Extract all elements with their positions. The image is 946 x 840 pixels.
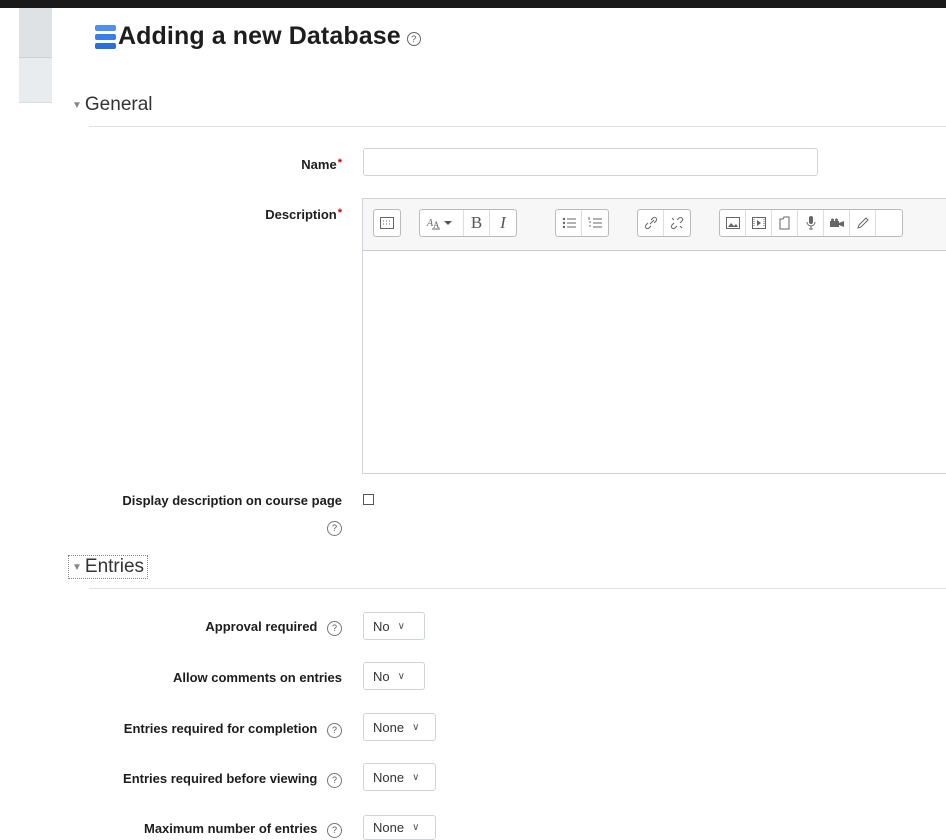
section-general-toggle[interactable]: ▼ General <box>72 94 153 116</box>
allow-comments-label: Allow comments on entries <box>173 670 342 685</box>
drawer-tab[interactable] <box>19 8 52 58</box>
toolbar-group-lists <box>555 209 609 237</box>
manage-files-icon[interactable] <box>772 210 798 236</box>
toolbar-group-collapse <box>373 209 401 237</box>
approval-required-value: No <box>373 618 390 634</box>
page-header: Adding a new Database ? <box>95 22 421 51</box>
entries-required-completion-select[interactable]: None ∨ <box>363 713 436 741</box>
maximum-entries-value: None <box>373 820 405 835</box>
maximum-entries-text: Maximum number of entries <box>144 821 318 836</box>
approval-required-label: Approval required ? <box>205 619 342 636</box>
collapse-caret-icon: ▼ <box>72 99 82 111</box>
editor-content-area[interactable] <box>363 251 946 473</box>
entries-required-completion-label: Entries required for completion ? <box>124 721 342 738</box>
approval-required-select[interactable]: No ∨ <box>363 612 425 640</box>
draw-pencil-icon[interactable] <box>850 210 876 236</box>
section-divider <box>89 588 946 589</box>
more-tools-icon[interactable] <box>876 210 902 236</box>
entries-required-viewing-value: None <box>373 769 405 785</box>
show-more-buttons-icon[interactable] <box>374 210 400 236</box>
section-entries-toggle[interactable]: ▼ Entries <box>68 555 149 579</box>
required-icon: * <box>337 157 342 169</box>
entries-required-viewing-select[interactable]: None ∨ <box>363 763 436 791</box>
entries-required-viewing-text: Entries required before viewing <box>123 771 318 786</box>
display-description-label: Display description on course page ? <box>82 493 342 536</box>
paragraph-styles-icon[interactable]: AA <box>420 210 464 236</box>
drawer-toggle[interactable] <box>19 8 52 103</box>
required-icon: * <box>337 207 342 219</box>
chevron-down-icon: ∨ <box>397 670 405 682</box>
section-divider <box>89 126 946 127</box>
allow-comments-text: Allow comments on entries <box>172 670 342 685</box>
editor-toolbar: AA B I <box>363 199 946 251</box>
chevron-down-icon: ∨ <box>412 721 420 733</box>
section-general-title: General <box>84 94 153 115</box>
entries-required-completion-text: Entries required for completion <box>123 721 318 736</box>
maximum-entries-select[interactable]: None ∨ <box>363 815 436 840</box>
insert-media-icon[interactable] <box>746 210 772 236</box>
record-video-icon[interactable] <box>824 210 850 236</box>
link-icon[interactable] <box>638 210 664 236</box>
chevron-down-icon: ∨ <box>412 822 420 833</box>
description-label: Description* <box>265 207 342 222</box>
collapse-caret-icon: ▼ <box>72 561 82 573</box>
page-title: Adding a new Database <box>118 22 401 50</box>
bold-icon[interactable]: B <box>464 210 490 236</box>
insert-image-icon[interactable] <box>720 210 746 236</box>
help-icon[interactable]: ? <box>327 520 342 536</box>
help-icon[interactable]: ? <box>406 31 421 46</box>
database-icon <box>95 24 116 49</box>
top-bar <box>0 0 946 8</box>
maximum-entries-label: Maximum number of entries ? <box>144 821 342 838</box>
help-icon[interactable]: ? <box>327 772 342 788</box>
unlink-icon[interactable] <box>664 210 690 236</box>
entries-required-viewing-label: Entries required before viewing ? <box>123 771 342 788</box>
display-description-checkbox[interactable] <box>363 494 374 505</box>
toolbar-group-media <box>719 209 903 237</box>
toolbar-group-style: AA B I <box>419 209 517 237</box>
help-icon[interactable]: ? <box>327 722 342 738</box>
section-entries-title: Entries <box>84 556 145 577</box>
approval-required-text: Approval required <box>205 619 318 634</box>
chevron-down-icon: ∨ <box>397 620 405 632</box>
allow-comments-value: No <box>373 668 390 684</box>
toolbar-group-links <box>637 209 691 237</box>
entries-required-completion-value: None <box>373 719 405 735</box>
name-label: Name* <box>301 157 342 172</box>
description-label-text: Description <box>265 207 337 222</box>
display-description-label-text: Display description on course page <box>122 493 342 508</box>
record-audio-icon[interactable] <box>798 210 824 236</box>
allow-comments-select[interactable]: No ∨ <box>363 662 425 690</box>
help-icon[interactable]: ? <box>327 620 342 636</box>
help-icon[interactable]: ? <box>327 822 342 838</box>
name-input[interactable] <box>363 148 818 176</box>
description-editor[interactable]: AA B I <box>362 198 946 474</box>
chevron-down-icon: ∨ <box>412 771 420 783</box>
unordered-list-icon[interactable] <box>556 210 582 236</box>
name-label-text: Name <box>301 157 337 172</box>
italic-icon[interactable]: I <box>490 210 516 236</box>
ordered-list-icon[interactable] <box>582 210 608 236</box>
